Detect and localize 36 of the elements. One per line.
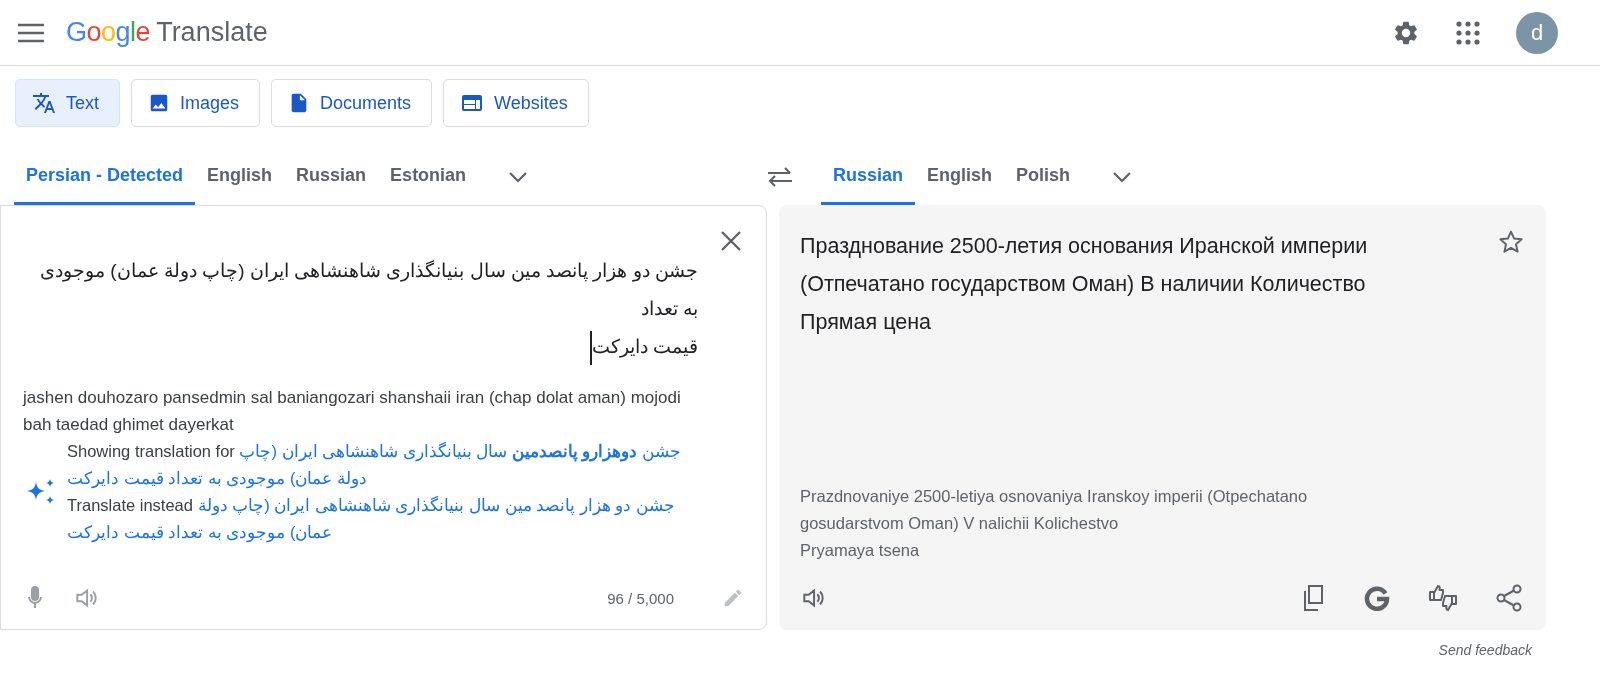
close-icon[interactable] xyxy=(720,230,742,252)
transliteration: Pryamaya tsena xyxy=(800,540,921,561)
copy-icon[interactable] xyxy=(1302,585,1326,611)
language-tab[interactable]: Persian - Detected xyxy=(14,149,196,205)
share-icon[interactable] xyxy=(1496,584,1522,612)
image-icon xyxy=(148,92,170,114)
translate-icon xyxy=(32,91,56,115)
google-g-icon[interactable] xyxy=(1364,585,1390,611)
swap-icon[interactable] xyxy=(767,166,793,188)
source-text-line: قیمت دایرکت xyxy=(23,328,698,366)
language-tab[interactable]: English xyxy=(195,149,285,205)
mode-tab[interactable]: Text xyxy=(15,79,120,127)
chevron-down-icon[interactable] xyxy=(1112,171,1133,183)
apps-grid-icon[interactable] xyxy=(1456,20,1480,45)
transliteration: Prazdnovaniye 2500-letiya osnovaniya Iranskoy imperii (Otpechatano gosudarstvom Oman) V nalichii Kolichestvo xyxy=(800,486,1309,534)
logo[interactable]: Google xyxy=(66,17,151,48)
language-tab[interactable]: Polish xyxy=(1004,149,1083,205)
language-tab[interactable]: English xyxy=(915,149,1005,205)
mode-tab[interactable]: Documents xyxy=(271,79,433,127)
source-text-line: جشن دو هزار پانصد مین سال بنیانگذاری شاهنشاهی ایران (چاپ دولة عمان) موجودی به تعداد xyxy=(39,259,698,321)
character-count: 96 / 5,000 xyxy=(607,589,674,607)
translation-text: Празднование 2500-летия основания Иранской империи (Отпечатано государством Оман) В наличии Количество xyxy=(800,233,1369,298)
menu-icon[interactable] xyxy=(18,22,44,43)
rate-icon[interactable] xyxy=(1428,584,1458,612)
send-feedback-link[interactable]: Send feedback xyxy=(0,642,1600,658)
language-tab[interactable]: Estonian xyxy=(378,149,479,205)
product-name: Translate xyxy=(156,17,268,48)
chevron-down-icon[interactable] xyxy=(508,171,529,183)
star-icon[interactable] xyxy=(1498,229,1524,255)
mode-tab[interactable]: Websites xyxy=(443,79,589,127)
language-tab[interactable]: Russian xyxy=(284,149,379,205)
avatar[interactable]: d xyxy=(1516,11,1558,54)
source-text-panel[interactable] xyxy=(0,205,767,630)
mode-tab[interactable]: Images xyxy=(131,79,261,127)
transliteration: jashen douhozaro pansedmin sal baniangozari shanshaii iran (chap dolat aman) mojodi bah taedad ghimet dayerkat xyxy=(23,387,682,436)
translation-text: Прямая цена xyxy=(800,309,933,336)
